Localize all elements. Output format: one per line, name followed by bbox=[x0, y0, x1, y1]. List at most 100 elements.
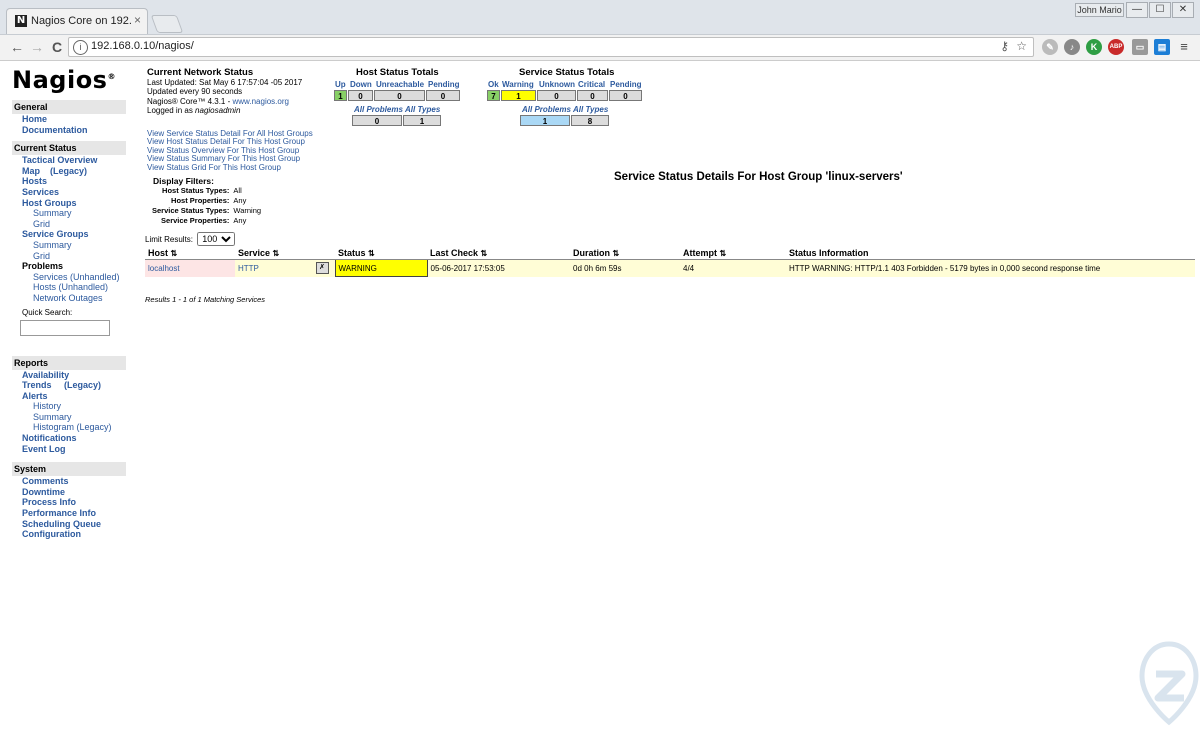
svc-pending-count[interactable]: 0 bbox=[609, 90, 642, 101]
row-host[interactable]: localhost bbox=[145, 259, 235, 277]
watermark-logo-icon bbox=[1139, 641, 1199, 726]
url-text: 192.168.0.10/nagios/ bbox=[91, 40, 194, 52]
maximize-button[interactable]: ☐ bbox=[1149, 2, 1171, 18]
filter-key: Service Properties: bbox=[161, 216, 230, 225]
notifications-disabled-icon[interactable]: ✗ bbox=[315, 262, 329, 274]
adblock-icon[interactable]: ABP bbox=[1108, 39, 1124, 55]
forward-icon[interactable]: → bbox=[28, 38, 46, 56]
host-pending-count[interactable]: 0 bbox=[426, 90, 460, 101]
sort-arrows-icon[interactable]: ⇅ bbox=[720, 249, 727, 258]
tab-close-icon[interactable]: × bbox=[134, 13, 141, 27]
extension-pen-icon[interactable]: ✎ bbox=[1042, 39, 1058, 55]
extension-blue-icon[interactable]: ▤ bbox=[1154, 39, 1170, 55]
col-service: Service ⇅ bbox=[235, 247, 335, 260]
back-icon[interactable]: ← bbox=[8, 38, 26, 56]
page-title: Service Status Details For Host Group 'l… bbox=[614, 171, 903, 183]
nagios-favicon-icon: N bbox=[15, 15, 27, 27]
main-content: Current Network Status Last Updated: Sat… bbox=[0, 60, 1200, 730]
last-updated: Last Updated: Sat May 6 17:57:04 -05 201… bbox=[147, 77, 303, 87]
host-all-problems-count[interactable]: 0 bbox=[352, 115, 402, 126]
host-up-header[interactable]: Up bbox=[335, 80, 346, 89]
svc-all-problems-header[interactable]: All Problems bbox=[522, 105, 571, 114]
svc-warning-count[interactable]: 1 bbox=[501, 90, 536, 101]
sort-arrows-icon[interactable]: ⇅ bbox=[481, 249, 488, 258]
info-icon[interactable]: i bbox=[73, 40, 88, 55]
svc-critical-header[interactable]: Critical bbox=[578, 80, 605, 89]
row-attempt: 4/4 bbox=[680, 259, 786, 277]
svc-ok-header[interactable]: Ok bbox=[488, 80, 499, 89]
tab-title: Nagios Core on 192.168. bbox=[31, 15, 131, 27]
filter-key: Service Status Types: bbox=[152, 206, 230, 215]
col-status: Status ⇅ bbox=[335, 247, 427, 260]
host-all-problems-header[interactable]: All Problems bbox=[354, 105, 403, 114]
host-pending-header[interactable]: Pending bbox=[428, 80, 460, 89]
results-count: Results 1 - 1 of 1 Matching Services bbox=[145, 295, 266, 304]
host-totals-title: Host Status Totals bbox=[356, 67, 439, 78]
limit-results-select[interactable]: 100 bbox=[197, 232, 236, 246]
sort-arrows-icon[interactable]: ⇅ bbox=[273, 249, 280, 258]
svc-all-types-header[interactable]: All Types bbox=[573, 105, 608, 114]
col-last-check: Last Check ⇅ bbox=[427, 247, 570, 260]
bookmark-star-icon[interactable]: ☆ bbox=[1016, 39, 1027, 53]
menu-icon[interactable]: ≡ bbox=[1176, 39, 1192, 55]
filter-value: Any bbox=[233, 216, 247, 225]
table-header-row: Host ⇅ Service ⇅ Status ⇅ Last Check ⇅ D… bbox=[145, 247, 1195, 260]
host-all-types-header[interactable]: All Types bbox=[405, 105, 440, 114]
info-heading: Current Network Status bbox=[147, 67, 254, 78]
svc-unknown-header[interactable]: Unknown bbox=[539, 80, 575, 89]
row-service[interactable]: HTTP ✗ bbox=[235, 259, 335, 277]
browser-tab[interactable]: N Nagios Core on 192.168. × bbox=[6, 8, 148, 34]
svc-pending-header[interactable]: Pending bbox=[610, 80, 642, 89]
new-tab-button[interactable] bbox=[150, 15, 184, 33]
filter-value: Any bbox=[233, 196, 247, 205]
svc-critical-count[interactable]: 0 bbox=[577, 90, 608, 101]
svc-unknown-count[interactable]: 0 bbox=[537, 90, 576, 101]
filter-value: All bbox=[233, 186, 242, 195]
col-attempt: Attempt ⇅ bbox=[680, 247, 786, 260]
display-filters: Display Filters: Host Status Types: All H… bbox=[150, 176, 263, 226]
host-unreachable-header[interactable]: Unreachable bbox=[376, 80, 424, 89]
browser-titlebar: N Nagios Core on 192.168. × John Mario —… bbox=[0, 0, 1200, 35]
filter-value: Warning bbox=[233, 206, 262, 215]
host-up-count[interactable]: 1 bbox=[334, 90, 347, 101]
extension-window-icon[interactable]: ▭ bbox=[1132, 39, 1148, 55]
close-window-button[interactable]: ✕ bbox=[1172, 2, 1194, 18]
browser-toolbar: ← → C i 192.168.0.10/nagios/ ⚷ ☆ ✎ ♪ K A… bbox=[0, 35, 1200, 61]
nagios-site-link[interactable]: www.nagios.org bbox=[232, 97, 288, 106]
filter-key: Host Status Types: bbox=[162, 186, 230, 195]
update-interval: Updated every 90 seconds bbox=[147, 87, 243, 96]
logged-in-label: Logged in as bbox=[147, 106, 196, 115]
version-text: Nagios® Core™ 4.3.1 - bbox=[147, 96, 233, 106]
col-host: Host ⇅ bbox=[145, 247, 235, 260]
address-bar[interactable]: i 192.168.0.10/nagios/ ⚷ ☆ bbox=[68, 37, 1034, 57]
svc-all-problems-count[interactable]: 1 bbox=[520, 115, 570, 126]
limit-results: Limit Results: 100 bbox=[145, 232, 236, 246]
link-status-grid[interactable]: View Status Grid For This Host Group bbox=[147, 163, 337, 173]
sort-arrows-icon[interactable]: ⇅ bbox=[171, 249, 178, 258]
row-last-check: 05-06-2017 17:53:05 bbox=[427, 259, 570, 277]
host-down-header[interactable]: Down bbox=[350, 80, 372, 89]
col-duration: Duration ⇅ bbox=[570, 247, 680, 260]
extension-green-k-icon[interactable]: K bbox=[1086, 39, 1102, 55]
minimize-button[interactable]: — bbox=[1126, 2, 1148, 18]
extension-bell-icon[interactable]: ♪ bbox=[1064, 39, 1080, 55]
service-totals-title: Service Status Totals bbox=[519, 67, 615, 78]
service-status-table: Host ⇅ Service ⇅ Status ⇅ Last Check ⇅ D… bbox=[145, 247, 1195, 277]
table-row: localhost HTTP ✗ WARNING 05-06-2017 17:5… bbox=[145, 259, 1195, 277]
reload-icon[interactable]: C bbox=[48, 38, 66, 56]
key-icon[interactable]: ⚷ bbox=[1000, 39, 1009, 53]
profile-button[interactable]: John Mario bbox=[1075, 3, 1124, 17]
host-down-count[interactable]: 0 bbox=[348, 90, 373, 101]
host-unreachable-count[interactable]: 0 bbox=[374, 90, 425, 101]
svc-ok-count[interactable]: 7 bbox=[487, 90, 500, 101]
host-all-types-count[interactable]: 1 bbox=[403, 115, 441, 126]
sort-arrows-icon[interactable]: ⇅ bbox=[368, 249, 375, 258]
col-status-information: Status Information bbox=[786, 247, 1195, 260]
sort-arrows-icon[interactable]: ⇅ bbox=[613, 249, 620, 258]
filter-key: Host Properties: bbox=[171, 196, 230, 205]
limit-results-label: Limit Results: bbox=[145, 235, 194, 244]
service-link[interactable]: HTTP bbox=[238, 264, 259, 273]
svc-all-types-count[interactable]: 8 bbox=[571, 115, 609, 126]
svc-warning-header[interactable]: Warning bbox=[502, 80, 534, 89]
row-duration: 0d 0h 6m 59s bbox=[570, 259, 680, 277]
